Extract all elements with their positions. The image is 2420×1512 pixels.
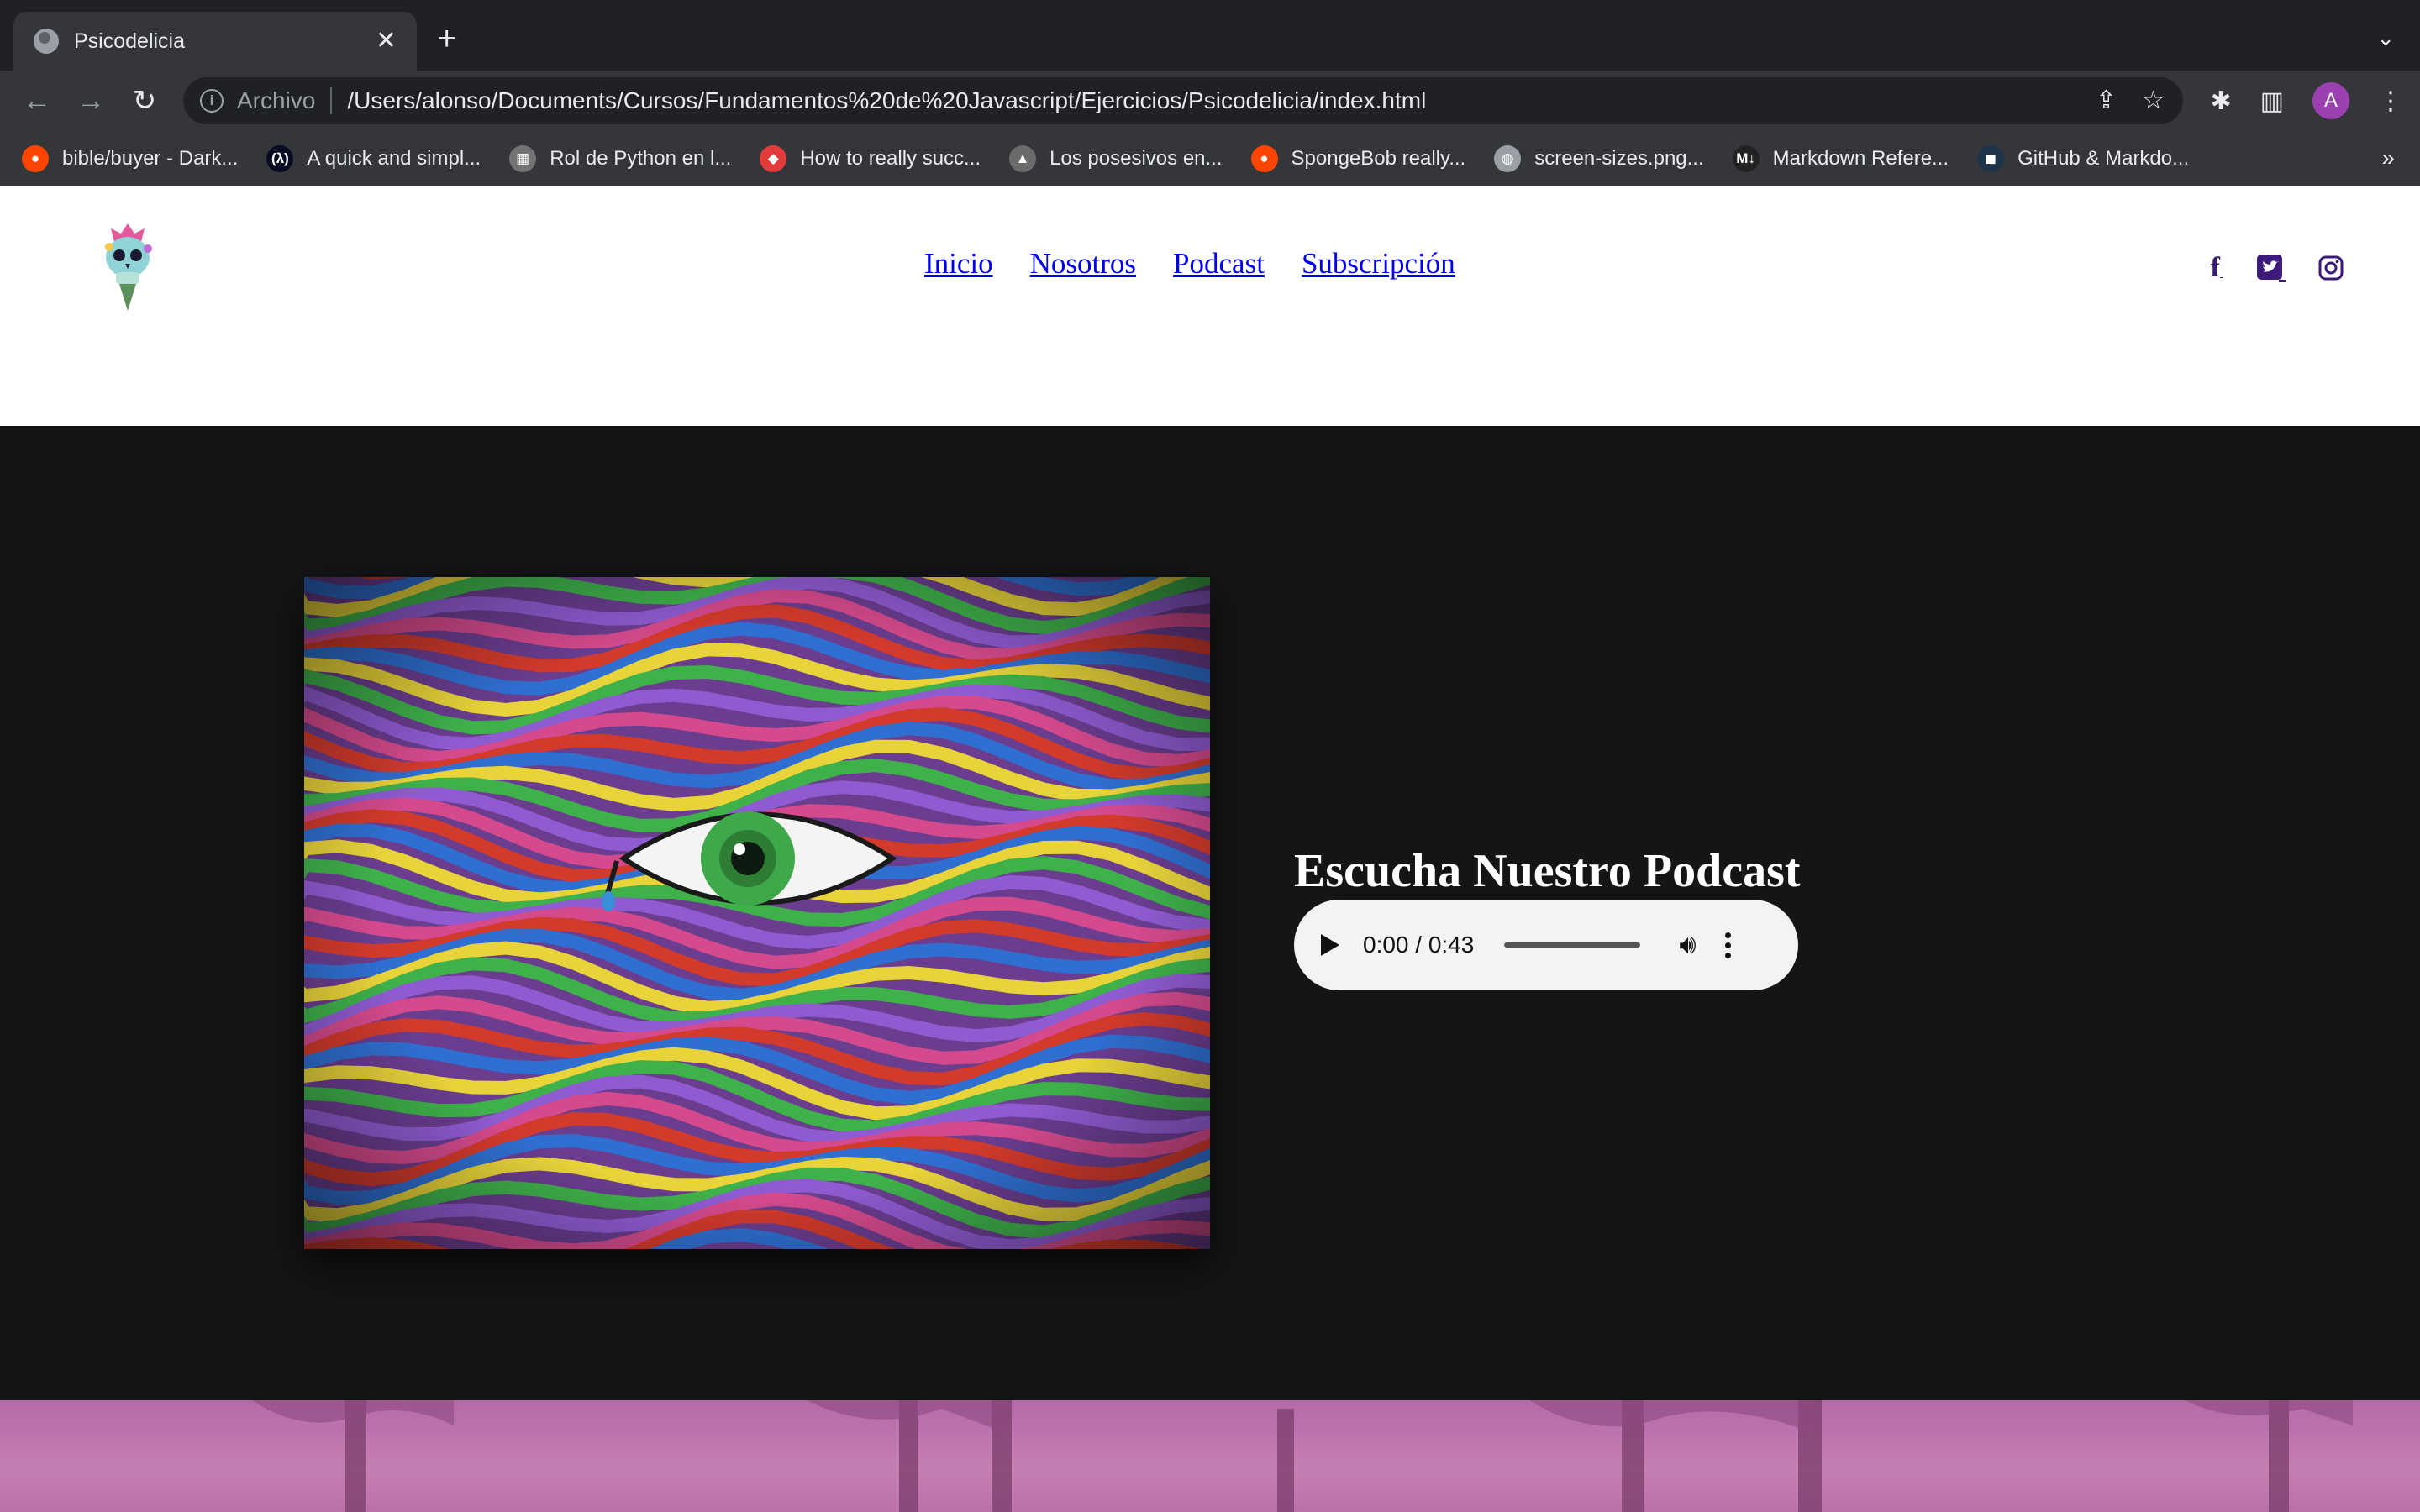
back-icon[interactable]: ← xyxy=(20,84,54,118)
volume-icon[interactable]: 🔊︎ xyxy=(1679,929,1696,961)
main-nav: Inicio Nosotros Podcast Subscripción xyxy=(924,247,1455,281)
chevron-down-icon[interactable]: ⌄ xyxy=(2376,25,2395,51)
tab-psicodelicia[interactable]: Psicodelicia ✕ xyxy=(13,12,417,71)
bookmark-item[interactable]: ● bible/buyer - Dark... xyxy=(22,144,239,172)
player-time: 0:00 / 0:43 xyxy=(1363,932,1475,958)
markdown-icon: M↓ xyxy=(1732,144,1760,172)
more-menu-icon[interactable]: ⋮ xyxy=(2378,87,2403,116)
page-viewport: Inicio Nosotros Podcast Subscripción f E… xyxy=(0,186,2420,1512)
info-icon[interactable]: i xyxy=(200,89,224,113)
nav-link-subscripcion[interactable]: Subscripción xyxy=(1302,247,1455,281)
star-icon[interactable]: ☆ xyxy=(2142,86,2165,115)
nav-link-podcast[interactable]: Podcast xyxy=(1173,247,1265,281)
facebook-icon[interactable]: f xyxy=(2211,252,2223,284)
play-icon[interactable] xyxy=(1321,934,1339,956)
bookmark-item[interactable]: M↓ Markdown Refere... xyxy=(1732,144,1949,172)
globe-icon: ◍ xyxy=(1494,144,1522,172)
browser-toolbar: ← → ↻ i Archivo /Users/alonso/Documents/… xyxy=(0,71,2420,131)
site-header: Inicio Nosotros Podcast Subscripción f xyxy=(0,186,2420,426)
share-icon[interactable]: ⇪ xyxy=(2096,86,2117,115)
bookmark-item[interactable]: (λ) A quick and simpl... xyxy=(266,144,481,172)
bookmark-label: Rol de Python en l... xyxy=(550,146,732,170)
bookmark-item[interactable]: ▲ Los posesivos en... xyxy=(1009,144,1223,172)
close-tab-icon[interactable]: ✕ xyxy=(376,29,397,54)
audio-player[interactable]: 0:00 / 0:43 🔊︎ xyxy=(1294,900,1798,990)
more-options-icon[interactable] xyxy=(1724,932,1731,958)
bookmark-label: Markdown Refere... xyxy=(1772,146,1949,170)
more-bookmarks-icon[interactable]: » xyxy=(2381,144,2395,171)
bookmarks-bar: ● bible/buyer - Dark... (λ) A quick and sim… xyxy=(0,131,2420,186)
bookmark-label: bible/buyer - Dark... xyxy=(62,146,239,170)
bookmark-item[interactable]: ◍ screen-sizes.png... xyxy=(1494,144,1704,172)
address-url[interactable]: /Users/alonso/Documents/Cursos/Fundament… xyxy=(347,87,1426,114)
progress-slider[interactable] xyxy=(1504,942,1641,948)
address-scheme-label: Archivo xyxy=(237,87,316,113)
address-bar[interactable]: i Archivo /Users/alonso/Documents/Cursos… xyxy=(183,77,2183,124)
reddit-icon: ● xyxy=(22,144,49,172)
instagram-icon[interactable] xyxy=(2317,255,2344,281)
reddit-icon: ● xyxy=(1250,144,1278,172)
profile-avatar[interactable]: A xyxy=(2312,82,2349,119)
address-separator xyxy=(330,87,333,114)
bookmark-label: Los posesivos en... xyxy=(1050,146,1223,170)
bookmark-label: SpongeBob really... xyxy=(1291,146,1466,170)
new-tab-icon[interactable]: + xyxy=(437,22,456,55)
pill-icon: ◆ xyxy=(760,144,787,172)
palm-trees-banner xyxy=(0,1400,2420,1512)
tab-strip: Psicodelicia ✕ + ⌄ xyxy=(0,0,2420,71)
bookmark-item[interactable]: ◆ How to really succ... xyxy=(760,144,981,172)
twitter-icon[interactable] xyxy=(2255,253,2286,283)
bookmark-item[interactable]: ▦ Rol de Python en l... xyxy=(509,144,732,172)
social-links: f xyxy=(2211,252,2344,284)
globe-icon xyxy=(34,29,59,54)
bookmark-label: GitHub & Markdo... xyxy=(2018,146,2190,170)
nav-link-nosotros[interactable]: Nosotros xyxy=(1030,247,1136,281)
extensions-icon[interactable]: ✱ xyxy=(2211,87,2232,116)
bookmark-item[interactable]: ● SpongeBob really... xyxy=(1250,144,1466,172)
side-panel-icon[interactable]: ▥ xyxy=(2260,87,2284,116)
psychedelic-eye-image xyxy=(304,577,1210,1249)
podcast-title: Escucha Nuestro Podcast xyxy=(1294,845,1801,897)
bookmark-label: How to really succ... xyxy=(800,146,981,170)
bookmark-label: screen-sizes.png... xyxy=(1534,146,1704,170)
bookmark-item[interactable]: ◼ GitHub & Markdo... xyxy=(1977,144,2190,172)
shark-icon: ▲ xyxy=(1009,144,1037,172)
bookmark-label: A quick and simpl... xyxy=(307,146,481,170)
reload-icon[interactable]: ↻ xyxy=(128,84,161,118)
forward-icon[interactable]: → xyxy=(74,84,108,118)
podcast-section: Escucha Nuestro Podcast 0:00 / 0:43 🔊︎ xyxy=(0,426,2420,1400)
nav-link-inicio[interactable]: Inicio xyxy=(924,247,993,281)
github-icon: ◼ xyxy=(1977,144,2005,172)
microsoft-icon: ▦ xyxy=(509,144,537,172)
skull-logo-icon[interactable] xyxy=(94,217,161,318)
tab-title: Psicodelicia xyxy=(74,29,186,53)
freecodecamp-icon: (λ) xyxy=(266,144,294,172)
